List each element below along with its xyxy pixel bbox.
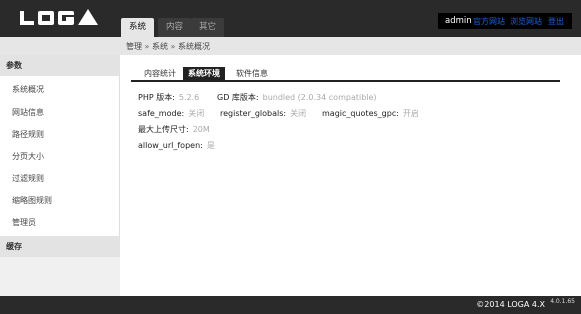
official-site-link[interactable]: 官方网站 — [473, 16, 505, 27]
env-key: safe_mode: — [138, 109, 185, 118]
sidebar-section-cache[interactable]: 缓存 — [0, 236, 120, 257]
tab-software-info[interactable]: 软件信息 — [231, 67, 273, 80]
env-key: 最大上传尺寸: — [138, 125, 189, 134]
sidebar: 参数 系统概况 网站信息 路径规则 分页大小 过滤规则 缩略图规则 管理员 缓存 — [0, 55, 120, 296]
nav-tab-other[interactable]: 其它 — [191, 18, 225, 37]
breadcrumb: 管理 » 系统 » 系统概况 — [126, 41, 210, 52]
sidebar-item-site-info[interactable]: 网站信息 — [12, 108, 44, 118]
env-allow-url-fopen: allow_url_fopen: 是 — [138, 141, 215, 151]
sidebar-item-thumbnail-rules[interactable]: 缩略图规则 — [12, 196, 52, 206]
footer: ©2014 LOGA 4.X 4.0.1.65 — [0, 296, 581, 314]
tab-content-stats[interactable]: 内容统计 — [139, 67, 181, 80]
env-value: 是 — [206, 141, 215, 150]
env-key: register_globals: — [220, 109, 287, 118]
username: admin — [445, 16, 472, 26]
env-value: 关闭 — [188, 109, 205, 118]
breadcrumb-bar: 管理 » 系统 » 系统概况 — [0, 37, 581, 55]
tab-system-env[interactable]: 系统环境 — [183, 67, 225, 80]
breadcrumb-separator: » — [170, 42, 176, 51]
env-key: PHP 版本: — [138, 93, 175, 102]
env-value: 5.2.6 — [178, 93, 200, 102]
version-text: 4.0.1.65 — [550, 298, 575, 305]
logout-link[interactable]: 登出 — [548, 16, 564, 27]
sidebar-cache-area — [0, 256, 120, 296]
sidebar-section-params[interactable]: 参数 — [0, 55, 120, 76]
nav-tab-system[interactable]: 系统 — [121, 18, 155, 37]
copyright-text: ©2014 LOGA 4.X — [476, 300, 545, 309]
env-value: bundled (2.0.34 compatible) — [262, 93, 377, 102]
sidebar-item-page-size[interactable]: 分页大小 — [12, 152, 44, 162]
env-register-globals: register_globals: 关闭 — [220, 109, 306, 119]
sidebar-item-filter-rules[interactable]: 过滤规则 — [12, 174, 44, 184]
env-magic-quotes: magic_quotes_gpc: 开启 — [322, 109, 419, 119]
browse-site-link[interactable]: 浏览网站 — [510, 16, 542, 27]
env-key: GD 库版本: — [217, 93, 259, 102]
nav-tab-content[interactable]: 内容 — [158, 18, 192, 37]
content-tabs: 内容统计 系统环境 软件信息 — [131, 67, 560, 82]
sidebar-item-path-rules[interactable]: 路径规则 — [12, 130, 44, 140]
env-key: magic_quotes_gpc: — [322, 109, 399, 118]
env-gd-version: GD 库版本: bundled (2.0.34 compatible) — [217, 93, 377, 103]
sidebar-item-admins[interactable]: 管理员 — [12, 218, 36, 228]
breadcrumb-item[interactable]: 管理 — [126, 42, 142, 51]
env-max-upload: 最大上传尺寸: 20M — [138, 125, 210, 135]
env-php-version: PHP 版本: 5.2.6 — [138, 93, 199, 103]
top-header: 系统 内容 其它 admin 官方网站 浏览网站 登出 — [0, 0, 581, 37]
env-value: 开启 — [402, 109, 419, 118]
breadcrumb-item[interactable]: 系统 — [152, 42, 168, 51]
loga-logo — [20, 9, 98, 25]
env-value: 20M — [192, 125, 210, 134]
env-safe-mode: safe_mode: 关闭 — [138, 109, 204, 119]
user-box: admin 官方网站 浏览网站 登出 — [438, 13, 572, 29]
env-value: 关闭 — [290, 109, 307, 118]
breadcrumb-current: 系统概况 — [178, 42, 210, 51]
main-content: 内容统计 系统环境 软件信息 PHP 版本: 5.2.6 GD 库版本: bundl… — [121, 55, 581, 296]
sidebar-item-system-overview[interactable]: 系统概况 — [12, 85, 44, 95]
breadcrumb-separator: » — [144, 42, 150, 51]
env-key: allow_url_fopen: — [138, 141, 203, 150]
